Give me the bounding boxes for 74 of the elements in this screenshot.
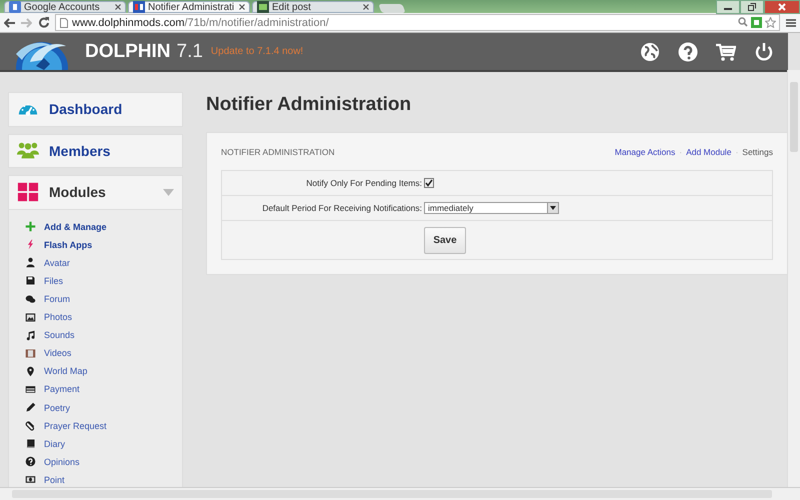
zoom-icon[interactable] [738, 17, 748, 27]
bolt-icon [25, 239, 36, 250]
dropdown-arrow-icon[interactable] [547, 203, 558, 213]
menu-icon[interactable] [786, 18, 796, 28]
browser-tab[interactable]: Edit post [252, 1, 374, 13]
extension-icon[interactable] [751, 17, 762, 28]
field-label: Notify Only For Pending Items: [305, 178, 422, 188]
period-select[interactable]: immediately [424, 202, 559, 214]
close-tab-icon[interactable] [239, 4, 245, 10]
horizontal-scrollbar[interactable] [0, 487, 800, 500]
reload-icon[interactable] [38, 17, 49, 28]
close-tab-icon[interactable] [363, 4, 369, 10]
help-icon[interactable] [678, 42, 698, 62]
checkbox[interactable] [424, 178, 434, 188]
panel-link[interactable]: Settings [742, 147, 773, 157]
book-icon [25, 438, 36, 450]
plus-icon [25, 221, 36, 232]
vertical-scrollbar[interactable] [787, 70, 800, 488]
version-label: 7.1 [176, 40, 203, 62]
pin-icon [25, 366, 36, 377]
field-label: Default Period For Receiving Notifications: [261, 203, 422, 213]
minimize-button[interactable] [716, 0, 740, 14]
sidebar-section[interactable]: Members [8, 134, 183, 168]
brand-name: DOLPHIN [85, 40, 170, 62]
sidebar-item[interactable]: Avatar [9, 254, 182, 272]
sidebar-item[interactable]: World Map [9, 362, 182, 380]
sidebar-item[interactable]: Diary [9, 434, 182, 453]
floppy-icon [25, 275, 36, 286]
sidebar-item[interactable]: Add & Manage [9, 218, 182, 236]
sidebar-item[interactable]: Point [9, 470, 182, 489]
panel-title: NOTIFIER ADMINISTRATION [221, 147, 335, 157]
page-icon [60, 18, 68, 28]
close-icon [778, 3, 786, 11]
power-icon[interactable] [754, 42, 774, 62]
link-separator: · [679, 147, 682, 157]
sidebar-item[interactable]: Payment [9, 380, 182, 399]
restore-icon [748, 3, 756, 11]
photo-icon [25, 312, 36, 323]
film-icon [25, 348, 36, 359]
sidebar-item[interactable]: Videos [9, 344, 182, 362]
sidebar-item[interactable]: Photos [9, 308, 182, 326]
star-icon[interactable] [765, 17, 776, 28]
sidebar-item[interactable]: Opinions [9, 452, 182, 471]
sidebar-section[interactable]: Modules [8, 175, 183, 210]
sidebar-item[interactable]: Poetry [9, 398, 182, 417]
question-icon [25, 456, 36, 468]
clip-icon [25, 420, 36, 432]
money-icon [25, 474, 36, 486]
panel-link[interactable]: Add Module [686, 147, 732, 157]
card-icon [25, 384, 36, 395]
back-icon[interactable] [4, 18, 15, 28]
pencil-icon [25, 402, 36, 414]
page-title: Notifier Administration [206, 94, 412, 116]
sidebar-section[interactable]: Dashboard [8, 92, 183, 127]
sidebar-item[interactable]: Prayer Request [9, 416, 182, 435]
sidebar-item[interactable]: Sounds [9, 326, 182, 344]
person-icon [25, 257, 36, 268]
close-tab-icon[interactable] [115, 4, 121, 10]
link-separator: · [735, 147, 738, 157]
panel-link[interactable]: Manage Actions [614, 147, 676, 157]
close-button[interactable] [764, 0, 800, 14]
modules-icon [17, 181, 39, 204]
note-icon [25, 330, 36, 341]
sidebar-item[interactable]: Files [9, 272, 182, 290]
browser-tab[interactable]: Notifier Administrati [128, 1, 250, 13]
cart-icon[interactable] [716, 42, 736, 62]
sidebar-item[interactable]: Flash Apps [9, 236, 182, 254]
chat-icon [25, 294, 36, 305]
favicon-icon [257, 1, 269, 13]
save-button[interactable]: Save [424, 226, 466, 254]
browser-tab[interactable]: Google Accounts [4, 1, 126, 13]
address-bar[interactable]: www.dolphinmods.com/71b/m/notifier/administration/ [55, 14, 780, 31]
restore-button[interactable] [740, 0, 764, 14]
sidebar-item[interactable]: Forum [9, 290, 182, 308]
